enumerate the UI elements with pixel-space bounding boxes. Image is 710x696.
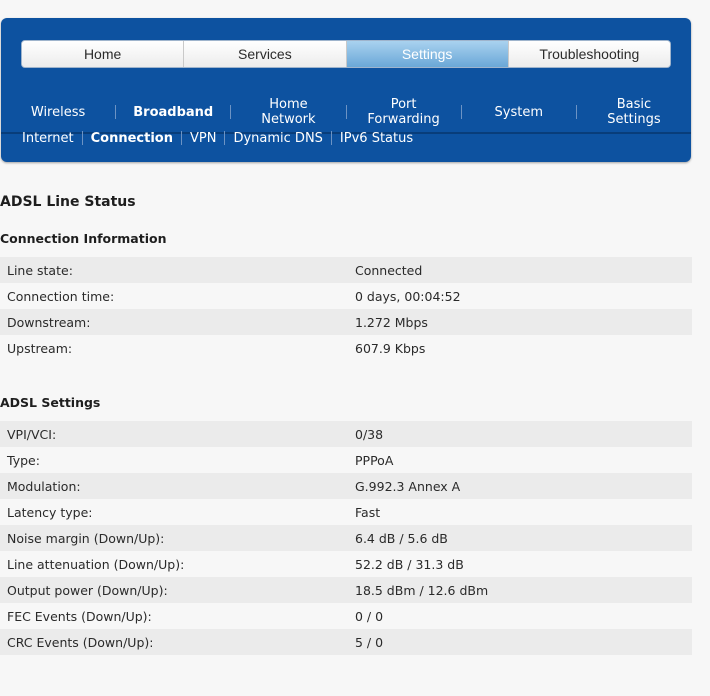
status-row-connection-time: Connection time: 0 days, 00:04:52 <box>0 283 692 309</box>
thirdnav-separator <box>181 131 182 145</box>
thirdnav-item-vpn[interactable]: VPN <box>190 131 216 146</box>
status-row-crc-events-down-up: CRC Events (Down/Up): 5 / 0 <box>0 629 692 655</box>
status-value: Fast <box>355 499 692 525</box>
status-row-output-power-down-up: Output power (Down/Up): 18.5 dBm / 12.6 d… <box>0 577 692 603</box>
status-value: 18.5 dBm / 12.6 dBm <box>355 577 692 603</box>
status-value: G.992.3 Annex A <box>355 473 692 499</box>
subnav-item-system[interactable]: System <box>462 94 576 130</box>
status-value: 6.4 dB / 5.6 dB <box>355 525 692 551</box>
status-label: Upstream: <box>0 335 355 361</box>
status-value: PPPoA <box>355 447 692 473</box>
thirdnav-item-internet[interactable]: Internet <box>22 131 74 146</box>
router-admin-page: Wireless Broadband Home Network Port Forwar… <box>0 0 710 696</box>
subnav-item-home-network[interactable]: Home Network <box>231 94 345 130</box>
status-row-upstream: Upstream: 607.9 Kbps <box>0 335 692 361</box>
tab-troubleshooting[interactable]: Troubleshooting <box>508 41 670 67</box>
status-label: CRC Events (Down/Up): <box>0 629 355 655</box>
status-row-latency-type: Latency type: Fast <box>0 499 692 525</box>
tab-settings[interactable]: Settings <box>346 41 509 67</box>
status-value: Connected <box>355 257 692 283</box>
status-value: 1.272 Mbps <box>355 309 692 335</box>
tab-home[interactable]: Home <box>22 41 185 67</box>
status-label: Connection time: <box>0 283 355 309</box>
subnav-item-broadband[interactable]: Broadband <box>116 94 230 130</box>
adsl-settings-table: VPI/VCI: 0/38 Type: PPPoA Modulation: G.992.3… <box>0 421 692 655</box>
tab-services[interactable]: Services <box>184 41 347 67</box>
status-row-line-state: Line state: Connected <box>0 257 692 283</box>
status-label: Line attenuation (Down/Up): <box>0 551 355 577</box>
settings-subnav: Wireless Broadband Home Network Port Forwar… <box>1 94 691 130</box>
status-row-vpi-vci: VPI/VCI: 0/38 <box>0 421 692 447</box>
status-label: Output power (Down/Up): <box>0 577 355 603</box>
thirdnav-item-connection[interactable]: Connection <box>91 131 173 146</box>
status-label: Noise margin (Down/Up): <box>0 525 355 551</box>
subnav-item-basic-settings[interactable]: Basic Settings <box>577 94 691 130</box>
broadband-subnav: Internet Connection VPN Dynamic DNS IPv6 Sta… <box>22 128 413 148</box>
subnav-item-wireless[interactable]: Wireless <box>1 94 115 130</box>
status-value: 5 / 0 <box>355 629 692 655</box>
section-title-connection-information: Connection Information <box>0 231 167 246</box>
status-value: 52.2 dB / 31.3 dB <box>355 551 692 577</box>
thirdnav-separator <box>81 131 83 145</box>
connection-information-table: Line state: Connected Connection time: 0 da… <box>0 257 692 361</box>
status-label: Type: <box>0 447 355 473</box>
status-label: Latency type: <box>0 499 355 525</box>
thirdnav-item-ipv6-status[interactable]: IPv6 Status <box>340 131 413 146</box>
status-row-noise-margin-down-up: Noise margin (Down/Up): 6.4 dB / 5.6 dB <box>0 525 692 551</box>
status-label: FEC Events (Down/Up): <box>0 603 355 629</box>
status-label: Line state: <box>0 257 355 283</box>
subnav-item-port-forwarding[interactable]: Port Forwarding <box>347 94 461 130</box>
status-row-type: Type: PPPoA <box>0 447 692 473</box>
section-title-adsl-settings: ADSL Settings <box>0 395 101 410</box>
thirdnav-item-dynamic-dns[interactable]: Dynamic DNS <box>233 131 322 146</box>
status-row-fec-events-down-up: FEC Events (Down/Up): 0 / 0 <box>0 603 692 629</box>
status-label: Modulation: <box>0 473 355 499</box>
status-value: 0 / 0 <box>355 603 692 629</box>
thirdnav-separator <box>224 131 226 145</box>
status-row-modulation: Modulation: G.992.3 Annex A <box>0 473 692 499</box>
status-row-downstream: Downstream: 1.272 Mbps <box>0 309 692 335</box>
status-value: 0/38 <box>355 421 692 447</box>
main-tabs: Home Services Settings Troubleshooting <box>21 40 671 68</box>
thirdnav-separator <box>330 131 332 145</box>
status-label: Downstream: <box>0 309 355 335</box>
status-value: 0 days, 00:04:52 <box>355 283 692 309</box>
status-row-line-attenuation-down-up: Line attenuation (Down/Up): 52.2 dB / 31.… <box>0 551 692 577</box>
page-title: ADSL Line Status <box>0 194 136 210</box>
status-value: 607.9 Kbps <box>355 335 692 361</box>
status-label: VPI/VCI: <box>0 421 355 447</box>
